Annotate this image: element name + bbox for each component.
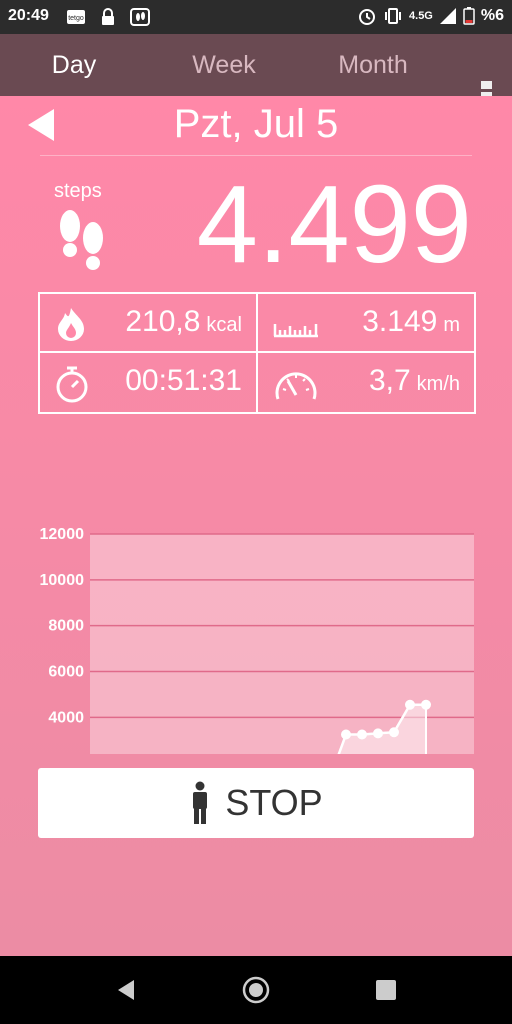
calories-unit: kcal [206, 314, 242, 336]
y-tick-label: 8000 [48, 618, 84, 635]
lock-icon [102, 8, 114, 25]
battery-icon [463, 7, 475, 25]
y-tick-label: 12000 [40, 526, 85, 543]
calories-cell: 210,8 kcal [40, 294, 256, 351]
distance-value: 3.149 [362, 305, 438, 338]
step-counter-icon [130, 8, 150, 26]
data-point [389, 727, 399, 738]
navigation-bar [0, 956, 512, 1024]
status-right: 4.5G %6 [357, 7, 504, 25]
tab-week[interactable]: Week [164, 34, 284, 96]
tab-month[interactable]: Month [313, 34, 433, 96]
y-tick-label: 10000 [40, 572, 85, 589]
footprints-icon [60, 210, 103, 270]
data-point [373, 728, 383, 739]
y-tick-label: 4000 [48, 709, 84, 726]
tab-bar: Day Week Month [0, 34, 512, 130]
distance-unit: m [443, 314, 460, 336]
vibrate-icon [385, 8, 402, 24]
svg-text:tetgo: tetgo [68, 15, 84, 22]
status-bar: 20:49 tetgo 4.5G %6 [0, 0, 512, 34]
back-icon[interactable] [112, 976, 140, 1004]
speed-value: 3,7 [368, 364, 411, 397]
data-point [357, 729, 367, 740]
tab-day[interactable]: Day [14, 34, 134, 96]
person-icon [193, 781, 208, 824]
battery-percent: %6 [480, 7, 504, 24]
flame-icon [58, 308, 84, 341]
main-content: Pzt, Jul 5 steps 4.499 210,8 kcal 3.149 m [0, 96, 512, 956]
stop-button[interactable]: STOP [38, 768, 474, 838]
ruler-icon [273, 324, 318, 338]
data-point [341, 729, 351, 740]
y-tick-label: 6000 [48, 664, 84, 681]
data-point [421, 699, 431, 710]
data-point [405, 699, 415, 710]
steps-label: steps [54, 180, 102, 202]
network-type: 4.5G [409, 10, 433, 22]
stats-grid: 210,8 kcal 3.149 m 00:51:31 3,7 km/h [38, 292, 476, 414]
status-time: 20:49 [8, 7, 49, 24]
date-title: Pzt, Jul 5 [173, 102, 339, 146]
duration-value: 00:51:31 [125, 364, 242, 397]
speed-cell: 3,7 km/h [258, 353, 474, 410]
alarm-icon [359, 9, 376, 25]
stopwatch-icon [56, 366, 88, 403]
duration-cell: 00:51:31 [40, 353, 256, 410]
calories-value: 210,8 [125, 305, 201, 338]
tetgo-app-icon: tetgo [67, 10, 85, 24]
signal-icon [439, 8, 456, 24]
stop-label: STOP [225, 782, 323, 823]
steps-chart: 2000400060008000100001200024681012141618… [40, 526, 474, 754]
distance-cell: 3.149 m [258, 294, 474, 351]
date-row: Pzt, Jul 5 [0, 96, 512, 156]
steps-count: 4.499 [196, 163, 472, 286]
speedometer-icon [275, 372, 317, 400]
speed-unit: km/h [416, 373, 460, 395]
divider [40, 155, 472, 156]
recents-icon[interactable] [372, 976, 400, 1004]
home-icon[interactable] [242, 976, 270, 1004]
